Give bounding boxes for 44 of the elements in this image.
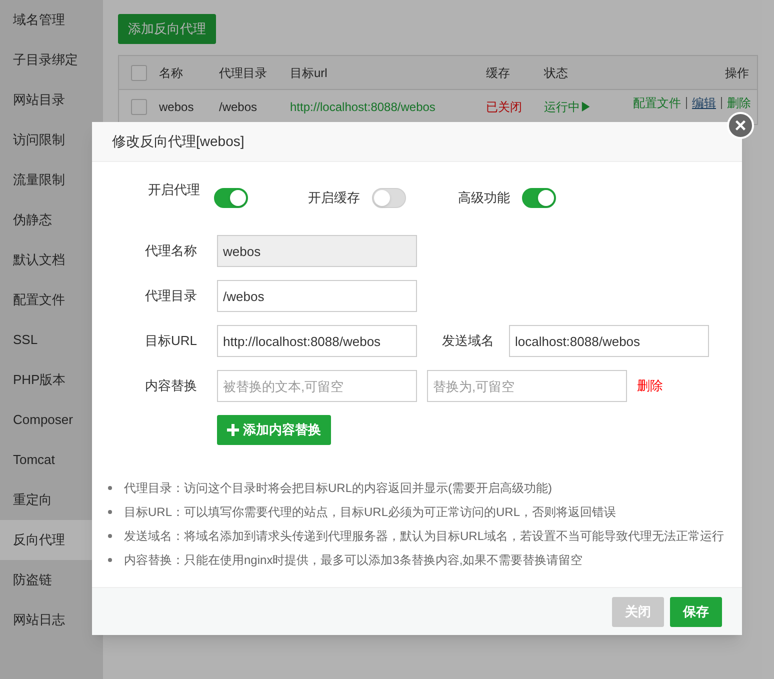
column-header: 缓存 <box>486 66 510 80</box>
toggle-switch[interactable] <box>214 188 248 208</box>
toggle-switch[interactable] <box>372 188 406 208</box>
table-cell: webos <box>159 100 194 114</box>
sidebar-item[interactable]: 子目录绑定 <box>0 40 103 80</box>
toggle-label: 开启代理 <box>148 181 200 199</box>
input-field[interactable]: localhost:8088/webos <box>509 325 709 357</box>
field-label: 发送域名 <box>442 332 494 350</box>
action-link[interactable]: 编辑 <box>692 94 716 112</box>
sidebar-item[interactable]: 网站目录 <box>0 80 103 120</box>
field-label: 代理名称 <box>145 243 197 258</box>
input-field[interactable]: http://localhost:8088/webos <box>217 325 417 357</box>
bullet-icon <box>108 534 112 538</box>
input-field[interactable]: 替换为,可留空 <box>427 370 627 402</box>
input-field[interactable]: 被替换的文本,可留空 <box>217 370 417 402</box>
bullet-icon <box>108 510 112 514</box>
toggle-label: 开启缓存 <box>308 189 360 208</box>
help-note: 发送域名：将域名添加到请求头传递到代理服务器，默认为目标URL域名，若设置不当可能导致代理无法正常运行 <box>124 528 724 545</box>
save-button[interactable]: 保存 <box>670 596 722 626</box>
toggle-label: 高级功能 <box>458 189 510 208</box>
plus-icon <box>227 424 239 436</box>
input-field[interactable]: /webos <box>217 280 417 312</box>
bullet-icon <box>108 486 112 490</box>
checkbox[interactable] <box>131 99 147 115</box>
add-replace-button[interactable]: 添加内容替换 <box>217 415 331 445</box>
field-label: 目标URL <box>144 333 197 348</box>
toggle-switch[interactable] <box>522 188 556 208</box>
cache-status: 已关闭 <box>486 100 522 114</box>
field-label: 内容替换 <box>145 378 197 393</box>
dialog-title: 修改反向代理[webos] <box>112 132 244 151</box>
column-header: 目标url <box>290 66 328 80</box>
table-cell: /webos <box>219 100 258 114</box>
delete-link[interactable]: 删除 <box>637 376 663 396</box>
sidebar-item[interactable]: 域名管理 <box>0 0 103 40</box>
column-header: 代理目录 <box>219 66 267 80</box>
checkbox[interactable] <box>131 64 147 80</box>
column-header: 状态 <box>544 66 568 80</box>
help-note: 代理目录：访问这个目录时将会把目标URL的内容返回并显示(需要开启高级功能) <box>124 480 552 497</box>
help-note: 内容替换：只能在使用nginx时提供，最多可以添加3条替换内容,如果不需要替换请留空 <box>124 552 583 569</box>
column-header: 操作 <box>725 66 749 80</box>
bullet-icon <box>108 558 112 562</box>
help-note: 目标URL：可以填写你需要代理的站点，目标URL必须为可正常访问的URL，否则将返回错误 <box>124 504 616 521</box>
field-label: 代理目录 <box>145 288 197 303</box>
column-header: 名称 <box>159 66 183 80</box>
